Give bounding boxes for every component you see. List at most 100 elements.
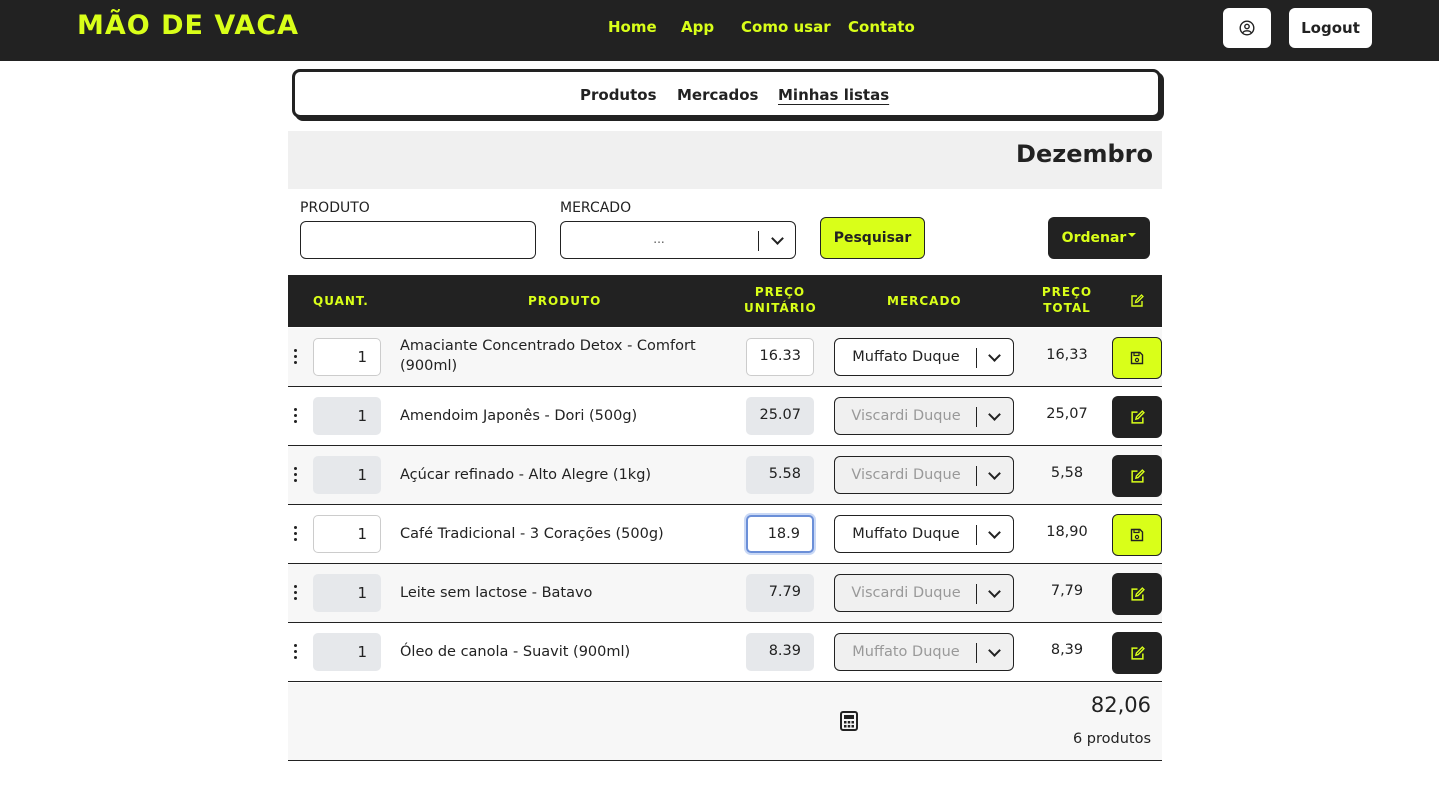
- product-name: Amaciante Concentrado Detox - Comfort (9…: [400, 338, 696, 374]
- edit-icon: [1130, 468, 1145, 483]
- row-menu-icon[interactable]: [294, 349, 298, 365]
- market-select: Viscardi Duque: [834, 456, 1014, 494]
- table-row: 1 Café Tradicional - 3 Corações (500g) 1…: [288, 505, 1162, 564]
- row-menu-icon[interactable]: [294, 526, 298, 542]
- user-circle-icon: [1239, 20, 1255, 36]
- select-divider: [976, 525, 977, 545]
- quantity-input[interactable]: 1: [313, 515, 381, 553]
- product-filter-label: PRODUTO: [300, 200, 370, 216]
- select-divider: [976, 584, 977, 604]
- market-select-value: Viscardi Duque: [851, 408, 961, 424]
- order-label: Ordenar: [1061, 230, 1127, 246]
- nav-como-usar[interactable]: Como usar: [741, 18, 831, 36]
- market-select[interactable]: Muffato Duque: [834, 338, 1014, 376]
- market-filter-value: ...: [653, 232, 665, 246]
- header-market: MERCADO: [887, 294, 962, 308]
- row-total: 8,39: [1050, 642, 1084, 658]
- product-count: 6 produtos: [1072, 731, 1151, 747]
- edit-row-button[interactable]: [1112, 455, 1162, 497]
- header-unit-price-line2: UNITÁRIO: [744, 301, 817, 315]
- edit-row-button[interactable]: [1112, 632, 1162, 674]
- chevron-down-icon: [988, 408, 1001, 421]
- table-row: 1 Açúcar refinado - Alto Alegre (1kg) 5.…: [288, 446, 1162, 505]
- row-menu-icon[interactable]: [294, 585, 298, 601]
- header-total-line1: PREÇO: [1041, 285, 1093, 299]
- row-total: 18,90: [1046, 524, 1088, 540]
- header-product: PRODUTO: [528, 294, 602, 308]
- product-name: Óleo de canola - Suavit (900ml): [400, 644, 631, 660]
- quantity-input: 1: [313, 397, 381, 435]
- chevron-down-icon: [988, 644, 1001, 657]
- chevron-down-icon: [988, 467, 1001, 480]
- unit-price-input[interactable]: 16.33: [746, 338, 814, 376]
- header-qty: QUANT.: [313, 294, 369, 308]
- market-select-value: Viscardi Duque: [851, 585, 961, 601]
- list-total: 82,06: [1090, 693, 1151, 717]
- unit-price-input: 25.07: [746, 397, 814, 435]
- row-total: 7,79: [1050, 583, 1084, 599]
- edit-row-button[interactable]: [1112, 396, 1162, 438]
- save-row-button[interactable]: [1112, 514, 1162, 556]
- quantity-input[interactable]: 1: [313, 338, 381, 376]
- unit-price-input[interactable]: 18.9: [746, 515, 814, 553]
- product-filter-input[interactable]: [300, 221, 536, 259]
- order-dropdown-button[interactable]: Ordenar: [1048, 217, 1150, 259]
- table-row: 1 Amaciante Concentrado Detox - Comfort …: [288, 328, 1162, 387]
- market-select-value: Viscardi Duque: [851, 467, 961, 483]
- header-total-line2: TOTAL: [1043, 301, 1091, 315]
- market-filter-label: MERCADO: [560, 200, 632, 216]
- nav-home[interactable]: Home: [608, 18, 657, 36]
- table-row: 1 Óleo de canola - Suavit (900ml) 8.39 M…: [288, 623, 1162, 682]
- market-select: Muffato Duque: [834, 633, 1014, 671]
- product-name: Café Tradicional - 3 Corações (500g): [400, 526, 664, 542]
- save-icon: [1130, 528, 1144, 542]
- tab-produtos[interactable]: Produtos: [580, 86, 657, 104]
- nav-contato[interactable]: Contato: [848, 18, 915, 36]
- tab-mercados[interactable]: Mercados: [677, 86, 758, 104]
- user-profile-button[interactable]: [1223, 8, 1271, 48]
- row-menu-icon[interactable]: [294, 467, 298, 483]
- save-row-button[interactable]: [1112, 337, 1162, 379]
- edit-icon: [1130, 586, 1145, 601]
- table-row: 1 Leite sem lactose - Batavo 7.79 Viscar…: [288, 564, 1162, 623]
- tab-minhas-listas[interactable]: Minhas listas: [778, 86, 889, 104]
- list-title-band: Dezembro: [288, 131, 1162, 189]
- search-button[interactable]: Pesquisar: [820, 217, 925, 259]
- row-menu-icon[interactable]: [294, 408, 298, 424]
- section-tabs: Produtos Mercados Minhas listas: [292, 69, 1161, 118]
- calculator-icon[interactable]: [840, 711, 858, 731]
- top-navbar: MÃO DE VACA Home App Como usar Contato L…: [0, 0, 1439, 61]
- product-name: Leite sem lactose - Batavo: [400, 585, 593, 601]
- market-select-value: Muffato Duque: [852, 644, 960, 660]
- select-divider: [758, 231, 759, 251]
- save-icon: [1130, 351, 1144, 365]
- unit-price-input: 7.79: [746, 574, 814, 612]
- chevron-down-icon: [988, 349, 1001, 362]
- table-row: 1 Amendoim Japonês - Dori (500g) 25.07 V…: [288, 387, 1162, 446]
- edit-icon: [1130, 409, 1145, 424]
- table-header: QUANT. PRODUTO PREÇO UNITÁRIO MERCADO PR…: [288, 275, 1162, 327]
- product-name: Açúcar refinado - Alto Alegre (1kg): [400, 467, 652, 483]
- market-select[interactable]: Muffato Duque: [834, 515, 1014, 553]
- brand-logo[interactable]: MÃO DE VACA: [77, 10, 299, 41]
- quantity-input: 1: [313, 456, 381, 494]
- select-divider: [976, 348, 977, 368]
- market-filter-select[interactable]: ...: [560, 221, 796, 259]
- chevron-down-icon: [988, 526, 1001, 539]
- row-total: 16,33: [1046, 347, 1088, 363]
- chevron-down-icon: [988, 585, 1001, 598]
- select-divider: [976, 466, 977, 486]
- market-select: Viscardi Duque: [834, 397, 1014, 435]
- logout-button[interactable]: Logout: [1289, 8, 1372, 48]
- quantity-input: 1: [313, 633, 381, 671]
- unit-price-input: 8.39: [746, 633, 814, 671]
- unit-price-input: 5.58: [746, 456, 814, 494]
- market-select: Viscardi Duque: [834, 574, 1014, 612]
- nav-app[interactable]: App: [681, 18, 714, 36]
- row-menu-icon[interactable]: [294, 644, 298, 660]
- row-total: 25,07: [1046, 406, 1088, 422]
- select-divider: [976, 643, 977, 663]
- quantity-input: 1: [313, 574, 381, 612]
- row-total: 5,58: [1050, 465, 1084, 481]
- edit-row-button[interactable]: [1112, 573, 1162, 615]
